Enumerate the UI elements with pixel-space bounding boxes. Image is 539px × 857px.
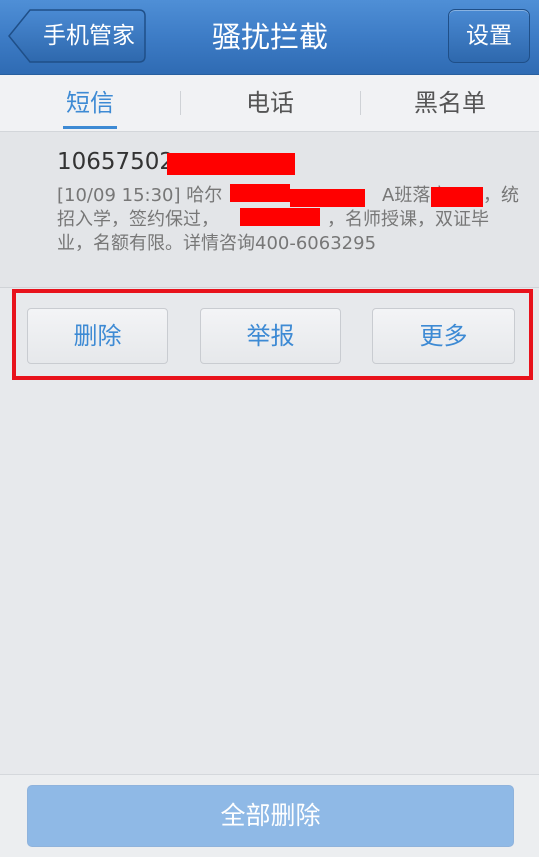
back-button-label: 手机管家 <box>43 23 135 49</box>
active-tab-indicator <box>63 126 117 129</box>
redaction-block <box>431 187 483 207</box>
sender-number: 10657502 <box>57 149 175 175</box>
delete-all-button[interactable]: 全部删除 <box>27 785 514 847</box>
tab-sms[interactable]: 短信 <box>0 75 180 131</box>
tab-bar: 短信 电话 黑名单 <box>0 75 539 132</box>
settings-button[interactable]: 设置 <box>448 9 530 63</box>
page-title: 骚扰拦截 <box>211 20 328 54</box>
bottom-bar: 全部删除 <box>0 774 539 857</box>
redaction-block <box>290 189 365 207</box>
highlight-box <box>12 289 533 380</box>
list-item[interactable]: 10657502 [10/09 15:30] 哈尔 A班落户 ，统 招入学，签约… <box>0 132 539 288</box>
tab-calls[interactable]: 电话 <box>180 75 360 131</box>
message-action-row: 删除 举报 更多 <box>0 288 539 384</box>
redaction-block <box>240 208 320 226</box>
redaction-block <box>230 184 290 202</box>
redaction-block <box>167 153 295 175</box>
title-bar: 手机管家 骚扰拦截 设置 <box>0 0 539 75</box>
back-button[interactable]: 手机管家 <box>8 9 146 63</box>
tab-blacklist[interactable]: 黑名单 <box>360 75 539 131</box>
